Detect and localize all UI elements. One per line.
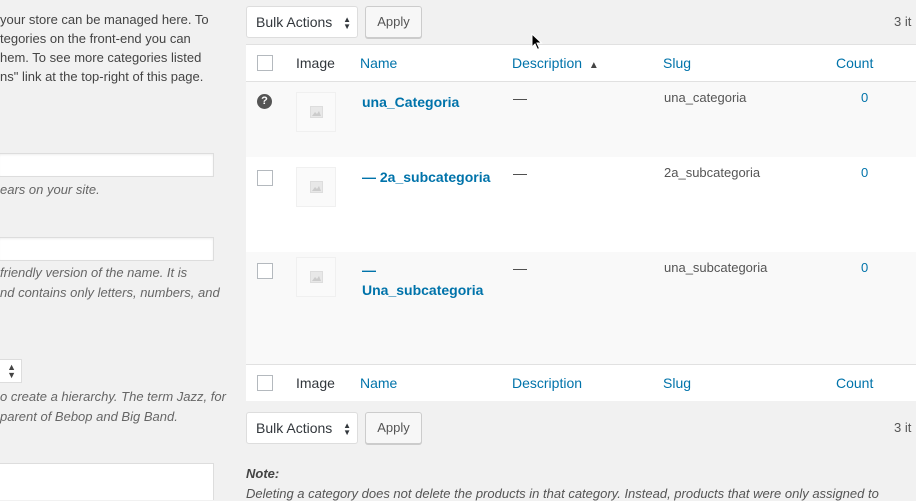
select-arrows-icon: ▲ ▼ (7, 362, 16, 380)
column-slug[interactable]: Slug (663, 365, 691, 401)
intro-line: your store can be managed here. To (0, 12, 209, 27)
column-name[interactable]: Name (360, 365, 397, 401)
column-slug[interactable]: Slug (663, 45, 691, 81)
column-description[interactable]: Description (512, 365, 582, 401)
column-count[interactable]: Count (836, 45, 873, 81)
category-count-link[interactable]: 0 (861, 260, 868, 275)
column-name[interactable]: Name (360, 45, 397, 81)
intro-line: tegories on the front-end you can (0, 31, 191, 46)
items-count: 3 it (894, 14, 912, 29)
category-name-link[interactable]: — Una_subcategoria (362, 260, 490, 300)
categories-table: Image Name Description ▲ Slug Count ? un… (246, 44, 916, 401)
bulk-actions-label: Bulk Actions (256, 420, 333, 436)
select-all-checkbox[interactable] (257, 55, 273, 71)
tablenav-bottom: Bulk Actions ▲ ▼ Apply 3 it (246, 412, 916, 444)
category-description: — (513, 90, 527, 106)
parent-description-line: parent of Bebop and Big Band. (0, 409, 178, 424)
table-row: — 2a_subcategoria — 2a_subcategoria 0 (246, 157, 916, 252)
category-description: — (513, 260, 527, 276)
bulk-actions-select[interactable]: Bulk Actions ▲ ▼ (246, 412, 358, 444)
name-field[interactable] (0, 153, 214, 177)
table-row: ? una_Categoria — una_categoria 0 (246, 82, 916, 157)
select-arrows-icon: ▲ ▼ (343, 421, 351, 437)
apply-button[interactable]: Apply (365, 412, 422, 444)
row-checkbox[interactable] (257, 263, 273, 279)
select-all-checkbox[interactable] (257, 375, 273, 391)
thumbnail-placeholder-icon (296, 167, 336, 207)
category-slug: 2a_subcategoria (664, 165, 761, 180)
help-icon[interactable]: ? (257, 94, 272, 109)
slug-description: friendly version of the name. It is nd c… (0, 263, 220, 303)
category-count-link[interactable]: 0 (861, 165, 868, 180)
name-description-line: ears on your site. (0, 182, 100, 197)
column-image: Image (296, 55, 335, 71)
parent-category-select[interactable]: ▲ ▼ (0, 359, 22, 383)
slug-description-line: friendly version of the name. It is (0, 265, 188, 280)
bulk-actions-label: Bulk Actions (256, 14, 333, 30)
category-name-link[interactable]: una_Categoria (362, 92, 502, 112)
column-image: Image (296, 375, 335, 391)
note-text: Deleting a category does not delete the … (246, 486, 879, 501)
select-arrows-icon: ▲ ▼ (343, 15, 351, 31)
thumbnail-placeholder-icon (296, 257, 336, 297)
note-title: Note: (246, 466, 280, 481)
name-description: ears on your site. (0, 180, 100, 200)
mouse-cursor-icon (531, 33, 543, 51)
column-count[interactable]: Count (836, 365, 873, 401)
category-slug: una_categoria (664, 90, 747, 105)
slug-field[interactable] (0, 237, 214, 261)
items-count: 3 it (894, 420, 912, 435)
category-description: — (513, 165, 527, 181)
bulk-actions-select[interactable]: Bulk Actions ▲ ▼ (246, 6, 358, 38)
sort-ascending-icon: ▲ (588, 60, 599, 71)
parent-description-line: o create a hierarchy. The term Jazz, for (0, 389, 226, 404)
category-slug: una_subcategoria (664, 260, 768, 275)
intro-line: ns" link at the top-right of this page. (0, 69, 204, 84)
intro-text: your store can be managed here. To tegor… (0, 10, 232, 86)
row-checkbox[interactable] (257, 170, 273, 186)
table-row: — Una_subcategoria — una_subcategoria 0 (246, 252, 916, 364)
tablenav-top: Bulk Actions ▲ ▼ Apply 3 it (246, 6, 916, 38)
column-description-label: Description (512, 55, 583, 71)
apply-button[interactable]: Apply (365, 6, 422, 38)
category-name-link[interactable]: — 2a_subcategoria (362, 167, 512, 187)
table-footer: Image Name Description Slug Count (246, 364, 916, 401)
table-header: Image Name Description ▲ Slug Count (246, 45, 916, 82)
description-field[interactable] (0, 463, 214, 500)
intro-line: hem. To see more categories listed (0, 50, 202, 65)
parent-description: o create a hierarchy. The term Jazz, for… (0, 387, 226, 427)
category-count-link[interactable]: 0 (861, 90, 868, 105)
add-category-panel: your store can be managed here. To tegor… (0, 0, 235, 500)
categories-list: Bulk Actions ▲ ▼ Apply 3 it Image Name De… (246, 0, 916, 500)
column-description[interactable]: Description ▲ (512, 45, 599, 84)
slug-description-line: nd contains only letters, numbers, and (0, 285, 220, 300)
thumbnail-placeholder-icon (296, 92, 336, 132)
